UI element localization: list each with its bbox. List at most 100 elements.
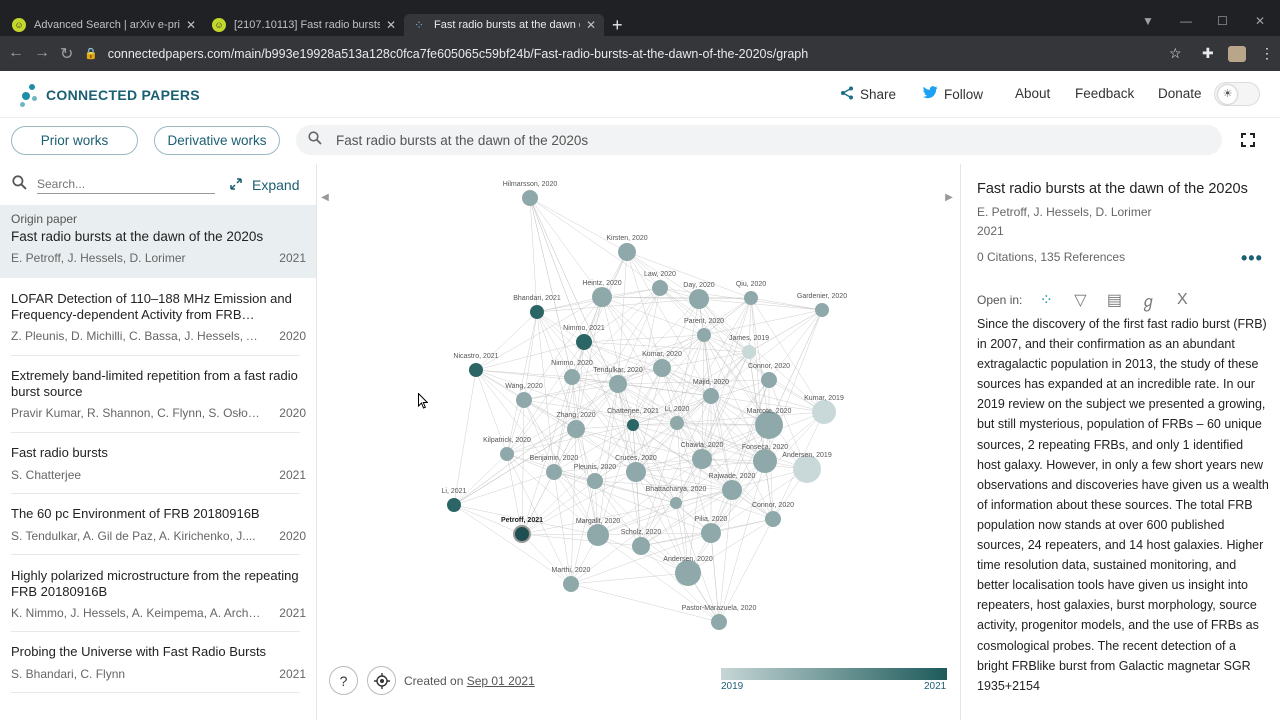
- profile-avatar[interactable]: [1228, 46, 1246, 62]
- graph-node[interactable]: [703, 388, 719, 404]
- graph-node[interactable]: [742, 345, 756, 359]
- graph-node[interactable]: [516, 392, 532, 408]
- derivative-works-button[interactable]: Derivative works: [154, 126, 280, 155]
- list-search-input[interactable]: [37, 175, 215, 194]
- bookmark-star-icon[interactable]: ☆: [1169, 45, 1182, 62]
- close-tab-icon[interactable]: ✕: [186, 18, 196, 32]
- connected-papers-icon[interactable]: ⁘: [1036, 290, 1056, 310]
- pdf-icon[interactable]: ▤: [1104, 290, 1124, 310]
- graph-node[interactable]: [626, 462, 646, 482]
- graph-node[interactable]: [701, 523, 721, 543]
- browser-tab-arxiv-paper[interactable]: ☺ [2107.10113] Fast radio bursts at ✕: [204, 14, 404, 36]
- share-button[interactable]: Share: [840, 86, 896, 103]
- list-item[interactable]: Extremely band-limited repetition from a…: [0, 368, 316, 433]
- graph-node[interactable]: [675, 560, 701, 586]
- google-scholar-icon[interactable]: ℊ: [1138, 288, 1158, 312]
- list-item[interactable]: Highly polarized microstructure from the…: [0, 568, 316, 632]
- back-icon[interactable]: ←: [8, 44, 24, 62]
- graph-node[interactable]: [755, 411, 783, 439]
- browser-menu-icon[interactable]: ⋮: [1260, 45, 1274, 62]
- semantic-scholar-icon[interactable]: ▽: [1070, 290, 1090, 310]
- more-options-icon[interactable]: •••: [1241, 248, 1263, 269]
- graph-node[interactable]: [652, 280, 668, 296]
- graph-node[interactable]: [576, 334, 592, 350]
- graph-node[interactable]: [513, 525, 531, 543]
- theme-toggle[interactable]: ☀: [1214, 82, 1260, 106]
- graph-edge: [617, 251, 628, 385]
- graph-node[interactable]: [469, 363, 483, 377]
- list-item[interactable]: The 60 pc Environment of FRB 20180916B S…: [0, 506, 316, 555]
- graph-node[interactable]: [697, 328, 711, 342]
- list-item[interactable]: LOFAR Detection of 110–188 MHz Emission …: [0, 291, 316, 356]
- close-tab-icon[interactable]: ✕: [386, 18, 396, 32]
- graph-node[interactable]: [653, 359, 671, 377]
- url-field[interactable]: 🔒 connectedpapers.com/main/b993e19928a51…: [84, 41, 1184, 66]
- graph-node-label: Margalit, 2020: [576, 518, 620, 525]
- graph-node[interactable]: [812, 400, 836, 424]
- collapse-right-panel-icon[interactable]: ▶: [942, 180, 956, 216]
- graph-node[interactable]: [632, 537, 650, 555]
- donate-link[interactable]: Donate: [1158, 86, 1202, 101]
- graph-node[interactable]: [761, 372, 777, 388]
- graph-node[interactable]: [753, 449, 777, 473]
- graph-node[interactable]: [765, 511, 781, 527]
- minimize-icon[interactable]: —: [1180, 14, 1192, 28]
- extensions-icon[interactable]: ✚: [1202, 45, 1214, 62]
- graph-node[interactable]: [522, 190, 538, 206]
- graph-node[interactable]: [627, 419, 639, 431]
- reload-icon[interactable]: ↻: [60, 44, 73, 64]
- graph-node[interactable]: [500, 447, 514, 461]
- graph-canvas[interactable]: Hilmarsson, 2020 Kirsten, 2020 Heintz, 202…: [318, 164, 959, 704]
- expand-button[interactable]: Expand: [230, 177, 299, 193]
- new-tab-button[interactable]: +: [612, 14, 623, 36]
- feedback-link[interactable]: Feedback: [1075, 86, 1134, 101]
- arxiv-favicon-icon: ☺: [212, 18, 226, 32]
- browser-tab-connected-papers[interactable]: ⁘ Fast radio bursts at the dawn of t ✕: [404, 14, 604, 36]
- browser-tab-arxiv-search[interactable]: ☺ Advanced Search | arXiv e-print r ✕: [4, 14, 204, 36]
- graph-node-label: Pilia, 2020: [695, 516, 728, 523]
- list-item[interactable]: Origin paper Fast radio bursts at the da…: [0, 205, 316, 278]
- prior-works-button[interactable]: Prior works: [11, 126, 138, 155]
- recenter-button[interactable]: [367, 666, 396, 695]
- graph-node[interactable]: [692, 449, 712, 469]
- paper-title: The 60 pc Environment of FRB 20180916B: [11, 506, 260, 521]
- citation-graph[interactable]: Hilmarsson, 2020 Kirsten, 2020 Heintz, 202…: [318, 164, 959, 704]
- collapse-left-panel-icon[interactable]: ◀: [318, 180, 332, 216]
- maximize-icon[interactable]: ☐: [1217, 14, 1228, 28]
- forward-icon[interactable]: →: [34, 44, 50, 62]
- x-icon[interactable]: X: [1172, 291, 1192, 309]
- graph-node[interactable]: [546, 464, 562, 480]
- logo[interactable]: CONNECTED PAPERS: [20, 84, 200, 107]
- graph-node[interactable]: [722, 480, 742, 500]
- graph-node[interactable]: [711, 614, 727, 630]
- graph-node[interactable]: [815, 303, 829, 317]
- graph-node[interactable]: [618, 243, 636, 261]
- fullscreen-icon[interactable]: [1241, 133, 1255, 147]
- help-button[interactable]: ?: [329, 666, 358, 695]
- graph-node-label: Kumar, 2020: [642, 351, 682, 358]
- graph-node[interactable]: [530, 305, 544, 319]
- follow-button[interactable]: Follow: [923, 86, 983, 102]
- tab-search-icon[interactable]: ▼: [1142, 14, 1154, 28]
- list-item[interactable]: Probing the Universe with Fast Radio Bur…: [0, 644, 316, 693]
- close-tab-icon[interactable]: ✕: [586, 18, 596, 32]
- graph-node[interactable]: [689, 289, 709, 309]
- graph-node[interactable]: [793, 455, 821, 483]
- graph-node[interactable]: [587, 524, 609, 546]
- graph-node[interactable]: [564, 369, 580, 385]
- graph-node[interactable]: [670, 416, 684, 430]
- about-link[interactable]: About: [1015, 86, 1050, 101]
- graph-node[interactable]: [563, 576, 579, 592]
- graph-node[interactable]: [744, 291, 758, 305]
- graph-node[interactable]: [609, 375, 627, 393]
- graph-node[interactable]: [587, 473, 603, 489]
- graph-node[interactable]: [670, 497, 682, 509]
- close-window-icon[interactable]: ✕: [1255, 14, 1265, 28]
- graph-node[interactable]: [567, 420, 585, 438]
- graph-node-label: Law, 2020: [644, 271, 676, 278]
- created-date-link[interactable]: Sep 01 2021: [467, 674, 535, 688]
- graph-node[interactable]: [447, 498, 461, 512]
- list-item[interactable]: Fast radio bursts S. Chatterjee 2021: [0, 445, 316, 494]
- main-search-input[interactable]: Fast radio bursts at the dawn of the 202…: [296, 125, 1222, 155]
- graph-node[interactable]: [592, 287, 612, 307]
